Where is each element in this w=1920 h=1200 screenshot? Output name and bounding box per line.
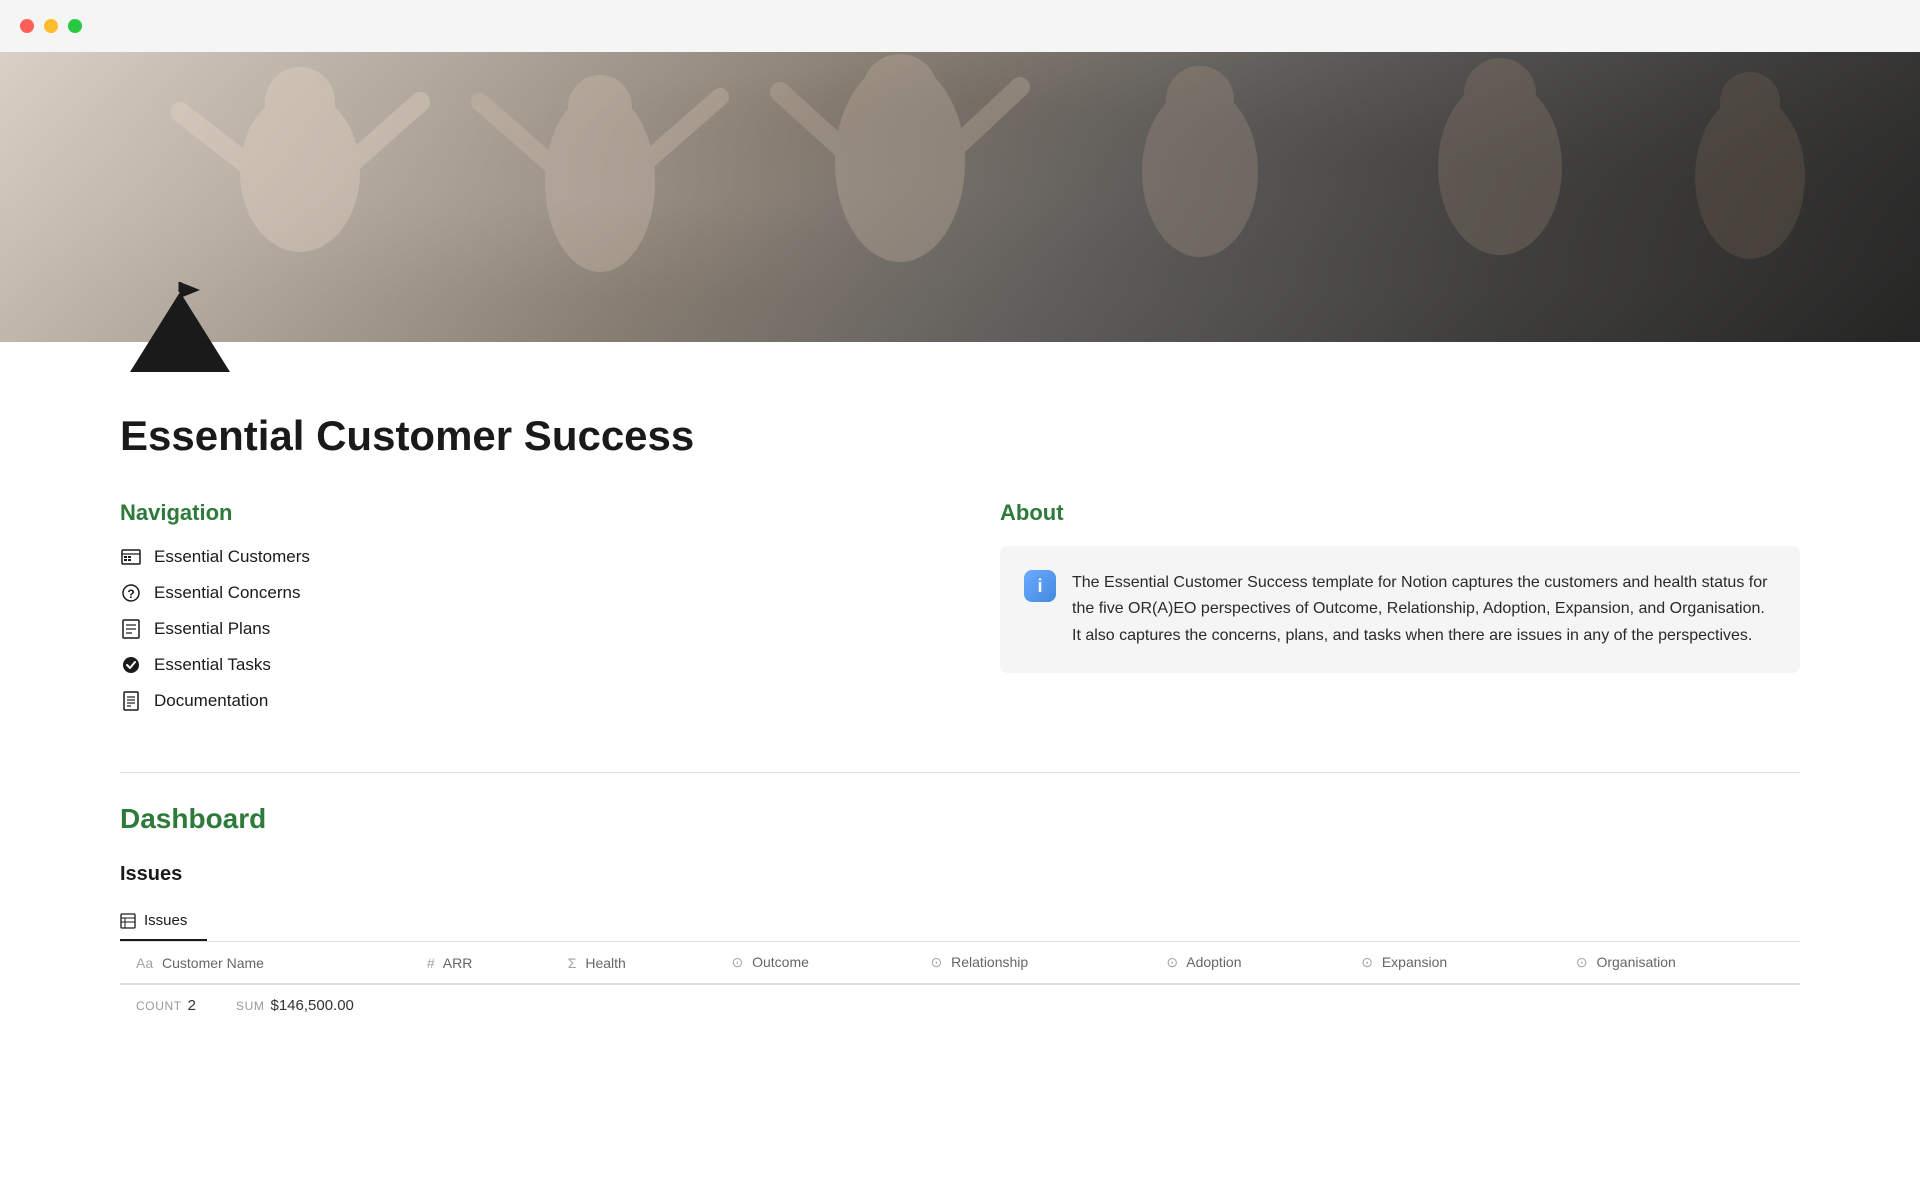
col-type-icon-number: # — [427, 955, 435, 971]
table-footer: COUNT 2 SUM $146,500.00 — [120, 984, 1800, 1026]
table-header-row: Aa Customer Name # ARR Σ Health ⊙ — [120, 942, 1800, 984]
traffic-light-green[interactable] — [68, 19, 82, 33]
nav-item-essential-customers[interactable]: Essential Customers — [120, 546, 920, 568]
col-type-icon-sum: Σ — [568, 955, 577, 971]
col-type-icon-organisation: ⊙ — [1576, 954, 1588, 971]
concerns-icon: ? — [120, 582, 142, 604]
tab-issues-label: Issues — [144, 912, 187, 929]
count-value: 2 — [188, 997, 196, 1014]
logo-area — [0, 282, 1920, 402]
traffic-light-red[interactable] — [20, 19, 34, 33]
col-type-icon-relationship: ⊙ — [931, 954, 943, 971]
count-label: COUNT — [136, 999, 182, 1013]
nav-item-label: Documentation — [154, 691, 268, 711]
main-content: Essential Customer Success Navigation Es… — [0, 412, 1920, 1086]
col-type-icon-expansion: ⊙ — [1361, 954, 1373, 971]
col-adoption[interactable]: ⊙ Adoption — [1150, 942, 1345, 984]
page-title: Essential Customer Success — [120, 412, 1800, 460]
col-organisation[interactable]: ⊙ Organisation — [1560, 942, 1800, 984]
two-col-section: Navigation Essential Customers ? Essenti… — [120, 500, 1800, 712]
info-icon: i — [1024, 570, 1056, 602]
traffic-light-yellow[interactable] — [44, 19, 58, 33]
issues-table: Aa Customer Name # ARR Σ Health ⊙ — [120, 942, 1800, 984]
customers-icon — [120, 546, 142, 568]
col-type-icon-adoption: ⊙ — [1166, 954, 1178, 971]
col-type-icon-outcome: ⊙ — [731, 954, 743, 971]
nav-item-label: Essential Tasks — [154, 655, 271, 675]
about-section: About i The Essential Customer Success t… — [1000, 500, 1800, 712]
sum-value: $146,500.00 — [270, 997, 353, 1014]
issues-title: Issues — [120, 863, 1800, 886]
about-heading: About — [1000, 500, 1800, 526]
nav-item-label: Essential Plans — [154, 619, 270, 639]
titlebar — [0, 0, 1920, 52]
sum-label: SUM — [236, 999, 264, 1013]
about-box: i The Essential Customer Success templat… — [1000, 546, 1800, 673]
col-health[interactable]: Σ Health — [552, 942, 716, 984]
documentation-icon — [120, 690, 142, 712]
logo-mountain-icon — [120, 282, 240, 382]
footer-count: COUNT 2 — [136, 997, 196, 1014]
nav-list: Essential Customers ? Essential Concerns… — [120, 546, 920, 712]
tab-issues-icon — [120, 913, 136, 929]
nav-item-essential-tasks[interactable]: Essential Tasks — [120, 654, 920, 676]
svg-text:?: ? — [127, 587, 134, 601]
dashboard-heading: Dashboard — [120, 803, 1800, 835]
plans-icon — [120, 618, 142, 640]
navigation-heading: Navigation — [120, 500, 920, 526]
nav-item-label: Essential Concerns — [154, 583, 300, 603]
col-expansion[interactable]: ⊙ Expansion — [1345, 942, 1560, 984]
footer-sum: SUM $146,500.00 — [236, 997, 354, 1014]
navigation-section: Navigation Essential Customers ? Essenti… — [120, 500, 920, 712]
nav-item-essential-plans[interactable]: Essential Plans — [120, 618, 920, 640]
col-relationship[interactable]: ⊙ Relationship — [915, 942, 1151, 984]
about-text: The Essential Customer Success template … — [1072, 570, 1776, 649]
col-arr[interactable]: # ARR — [411, 942, 552, 984]
dashboard-section: Dashboard Issues Issues Aa Customer Name — [120, 772, 1800, 1026]
issues-section: Issues Issues Aa Customer Name — [120, 863, 1800, 1026]
col-customer-name[interactable]: Aa Customer Name — [120, 942, 411, 984]
col-outcome[interactable]: ⊙ Outcome — [715, 942, 914, 984]
nav-item-documentation[interactable]: Documentation — [120, 690, 920, 712]
col-type-icon-text: Aa — [136, 955, 153, 971]
nav-item-label: Essential Customers — [154, 547, 310, 567]
tasks-icon — [120, 654, 142, 676]
tab-bar: Issues — [120, 902, 1800, 942]
nav-item-essential-concerns[interactable]: ? Essential Concerns — [120, 582, 920, 604]
tab-issues[interactable]: Issues — [120, 902, 207, 941]
